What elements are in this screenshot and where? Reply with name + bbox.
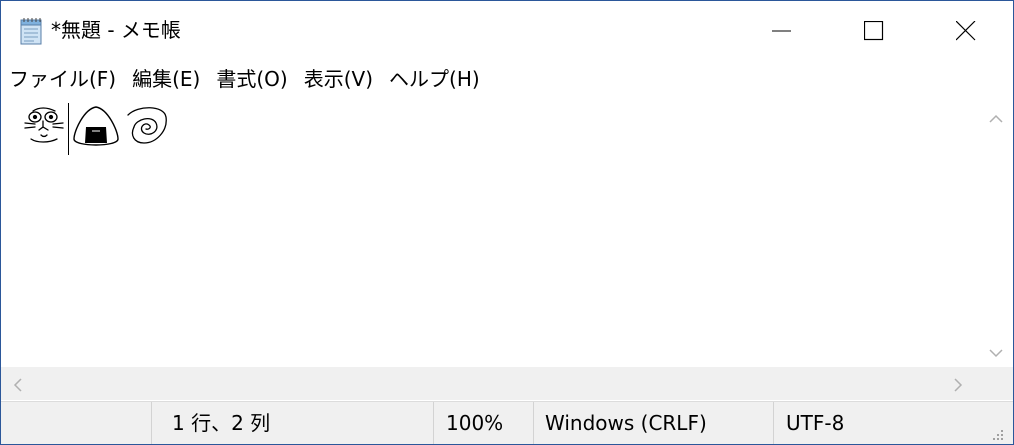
status-line-ending: Windows (CRLF): [533, 402, 773, 444]
maximize-button[interactable]: [828, 1, 920, 61]
scroll-down-icon[interactable]: [989, 343, 1003, 362]
cat-face-doodle-icon: [21, 103, 67, 151]
resize-grip-icon[interactable]: [991, 427, 1005, 444]
text-caret: [68, 103, 69, 155]
status-cursor-position: 1 行、2 列: [151, 402, 433, 444]
status-encoding: UTF-8: [773, 402, 995, 444]
status-zoom: 100%: [433, 402, 533, 444]
minimize-button[interactable]: [736, 1, 828, 61]
status-bar: 1 行、2 列 100% Windows (CRLF) UTF-8: [1, 401, 1013, 444]
spiral-doodle-icon: [122, 103, 170, 151]
menu-edit[interactable]: 編集(E): [124, 63, 208, 95]
minimize-icon: [772, 21, 792, 41]
title-bar[interactable]: *無題 - メモ帳: [1, 1, 1013, 61]
menu-view[interactable]: 表示(V): [296, 63, 381, 95]
window-title: *無題 - メモ帳: [51, 18, 181, 42]
menu-bar: ファイル(F) 編集(E) 書式(O) 表示(V) ヘルプ(H): [1, 63, 1013, 95]
horizontal-scrollbar[interactable]: [1, 367, 1013, 400]
maximize-icon: [864, 21, 884, 41]
menu-help[interactable]: ヘルプ(H): [381, 63, 488, 95]
notepad-window: *無題 - メモ帳 ファイル(F) 編集(E) 書式(O) 表示(V) ヘルプ(…: [0, 0, 1014, 445]
scroll-right-icon[interactable]: [953, 377, 963, 396]
close-icon: [956, 21, 976, 41]
close-button[interactable]: [920, 1, 1012, 61]
scroll-up-icon[interactable]: [989, 109, 1003, 128]
scroll-left-icon[interactable]: [13, 377, 23, 396]
menu-file[interactable]: ファイル(F): [1, 63, 124, 95]
text-editor[interactable]: [1, 97, 979, 367]
notepad-icon[interactable]: [16, 16, 46, 46]
vertical-scrollbar[interactable]: [979, 97, 1013, 367]
onigiri-doodle-icon: [70, 103, 122, 151]
editor-content: [21, 103, 170, 155]
menu-format[interactable]: 書式(O): [208, 63, 295, 95]
